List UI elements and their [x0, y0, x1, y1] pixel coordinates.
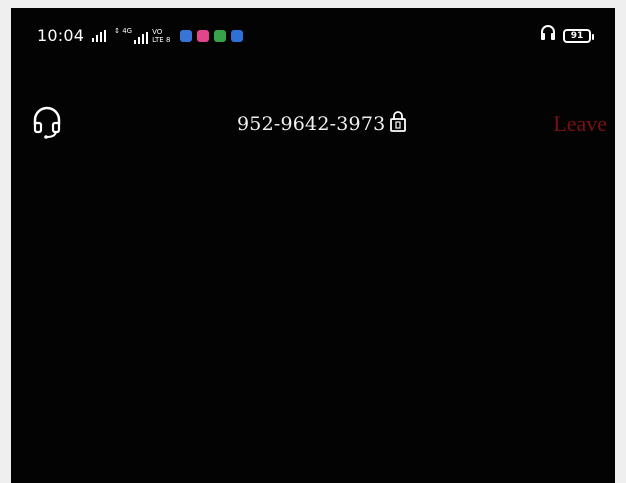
- network-status-group: ↕ 4G VO LTE 8: [114, 26, 170, 44]
- messaging-app-icon: [180, 29, 193, 42]
- signal-strength-icon: [92, 29, 107, 42]
- audio-button[interactable]: [26, 103, 68, 145]
- meeting-id: 952-9642-3973: [237, 112, 386, 135]
- volte-top-label: VO: [152, 27, 163, 36]
- lock-icon: [389, 109, 407, 138]
- battery-indicator: 91: [563, 28, 594, 43]
- status-right-group: 91: [539, 24, 594, 47]
- notification-icons: [180, 29, 244, 42]
- meeting-screen: 10:04 ↕ 4G VO LTE 8 91 952-9642-3973 Lea…: [11, 8, 615, 483]
- meeting-header: 952-9642-3973 Leave: [11, 100, 615, 140]
- device-frame: 10:04 ↕ 4G VO LTE 8 91 952-9642-3973 Lea…: [0, 0, 626, 483]
- meeting-info[interactable]: 952-9642-3973: [237, 109, 407, 138]
- instagram-icon: [197, 29, 210, 42]
- android-app-icon: [214, 29, 227, 42]
- status-left-group: 10:04 ↕ 4G VO LTE 8: [37, 26, 244, 45]
- battery-level: 91: [570, 30, 584, 41]
- status-time: 10:04: [37, 26, 85, 45]
- headphones-icon: [539, 24, 557, 47]
- volte-indicator: VO LTE 8: [152, 28, 170, 44]
- leave-button[interactable]: Leave: [553, 111, 607, 137]
- volte-bottom-label: LTE 8: [152, 35, 171, 44]
- zoom-icon: [231, 29, 244, 42]
- mobile-data-label: ↕ 4G: [114, 26, 133, 35]
- status-bar: 10:04 ↕ 4G VO LTE 8 91: [11, 8, 615, 64]
- second-signal-strength-icon: [134, 31, 149, 44]
- headset-icon: [27, 102, 67, 147]
